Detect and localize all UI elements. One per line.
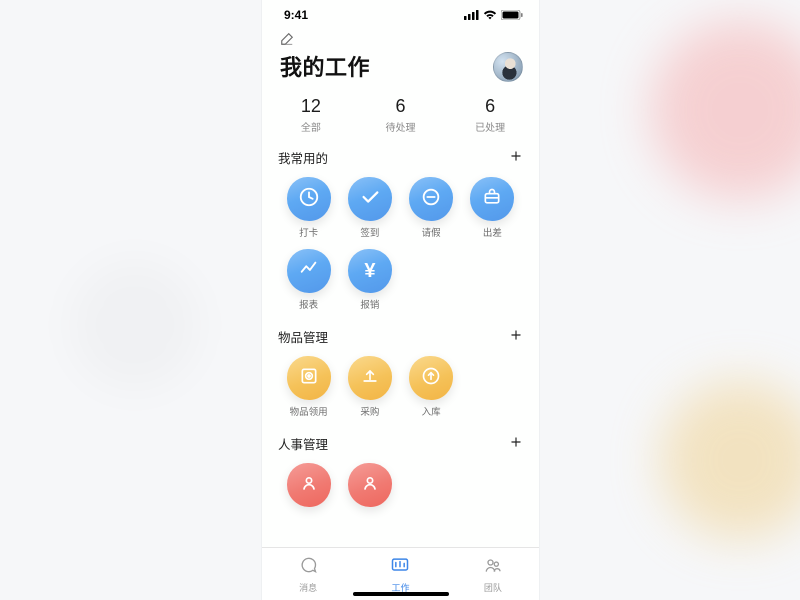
- tab-messages[interactable]: 消息: [262, 548, 354, 600]
- tab-label: 团队: [484, 581, 502, 594]
- section-title-favorites: 我常用的: [278, 148, 523, 167]
- stat-label: 已处理: [445, 119, 535, 134]
- battery-icon: [501, 10, 523, 20]
- app-label: 报表: [299, 297, 318, 311]
- app-trip[interactable]: 出差: [462, 177, 523, 239]
- minus-circle-icon: [420, 186, 442, 213]
- section-title-goods: 物品管理: [278, 327, 523, 346]
- signal-icon: [464, 10, 479, 20]
- app-hr-item[interactable]: [339, 463, 400, 507]
- check-icon: [359, 186, 381, 213]
- hr-grid: [278, 463, 523, 507]
- add-icon[interactable]: [509, 328, 523, 345]
- avatar[interactable]: [493, 52, 523, 82]
- upload-icon: [360, 366, 380, 391]
- tab-team[interactable]: 团队: [447, 548, 539, 600]
- stat-value: 6: [445, 96, 535, 117]
- header: 我的工作: [262, 30, 539, 90]
- trend-icon: [298, 258, 320, 285]
- stat-label: 待处理: [356, 119, 446, 134]
- app-report[interactable]: 报表: [278, 249, 339, 311]
- box-icon: [299, 366, 319, 391]
- app-label: 出差: [483, 225, 502, 239]
- app-purchase[interactable]: 采购: [339, 356, 400, 418]
- content-scroll[interactable]: 我常用的 打卡 签到 请假: [262, 144, 539, 547]
- app-label: 物品领用: [290, 404, 328, 418]
- stat-value: 6: [356, 96, 446, 117]
- stat-done[interactable]: 6 已处理: [445, 96, 535, 134]
- arrow-up-circle-icon: [421, 366, 441, 391]
- favorites-grid: 打卡 签到 请假 出差 报表 ¥: [278, 177, 523, 311]
- clock-icon: [298, 186, 320, 213]
- wifi-icon: [483, 10, 497, 20]
- decorative-blob: [660, 380, 800, 540]
- app-label: 报销: [360, 297, 379, 311]
- home-indicator: [353, 592, 449, 596]
- section-label: 人事管理: [278, 434, 328, 453]
- add-icon[interactable]: [509, 149, 523, 166]
- stat-label: 全部: [266, 119, 356, 134]
- decorative-blob: [70, 260, 200, 390]
- person-icon: [360, 473, 380, 498]
- briefcase-icon: [482, 187, 502, 212]
- team-icon: [483, 555, 503, 580]
- app-label: 签到: [360, 225, 379, 239]
- app-expense[interactable]: ¥ 报销: [339, 249, 400, 311]
- section-title-hr: 人事管理: [278, 434, 523, 453]
- tab-bar: 消息 工作 团队: [262, 547, 539, 600]
- app-leave[interactable]: 请假: [401, 177, 462, 239]
- page-title: 我的工作: [280, 50, 370, 82]
- stage: 9:41 我的工作: [0, 0, 800, 600]
- decorative-blob: [650, 20, 800, 200]
- status-time: 9:41: [284, 8, 308, 22]
- stat-value: 12: [266, 96, 356, 117]
- stat-pending[interactable]: 6 待处理: [356, 96, 446, 134]
- status-bar: 9:41: [262, 0, 539, 30]
- stats-row: 12 全部 6 待处理 6 已处理: [262, 90, 539, 144]
- section-label: 物品管理: [278, 327, 328, 346]
- app-label: 采购: [360, 404, 379, 418]
- goods-grid: 物品领用 采购 入库: [278, 356, 523, 418]
- app-warehouse-in[interactable]: 入库: [401, 356, 462, 418]
- app-checkin[interactable]: 签到: [339, 177, 400, 239]
- app-hr-item[interactable]: [278, 463, 339, 507]
- add-icon[interactable]: [509, 435, 523, 452]
- person-icon: [299, 473, 319, 498]
- tab-label: 消息: [299, 581, 317, 594]
- app-label: 请假: [422, 225, 441, 239]
- phone-frame: 9:41 我的工作: [262, 0, 539, 600]
- app-label: 打卡: [299, 225, 318, 239]
- chat-icon: [298, 555, 318, 580]
- app-punch[interactable]: 打卡: [278, 177, 339, 239]
- app-label: 入库: [422, 404, 441, 418]
- section-label: 我常用的: [278, 148, 328, 167]
- app-goods-take[interactable]: 物品领用: [278, 356, 339, 418]
- stat-all[interactable]: 12 全部: [266, 96, 356, 134]
- edit-icon[interactable]: [280, 32, 294, 46]
- yen-icon: ¥: [364, 260, 375, 283]
- work-icon: [390, 555, 410, 580]
